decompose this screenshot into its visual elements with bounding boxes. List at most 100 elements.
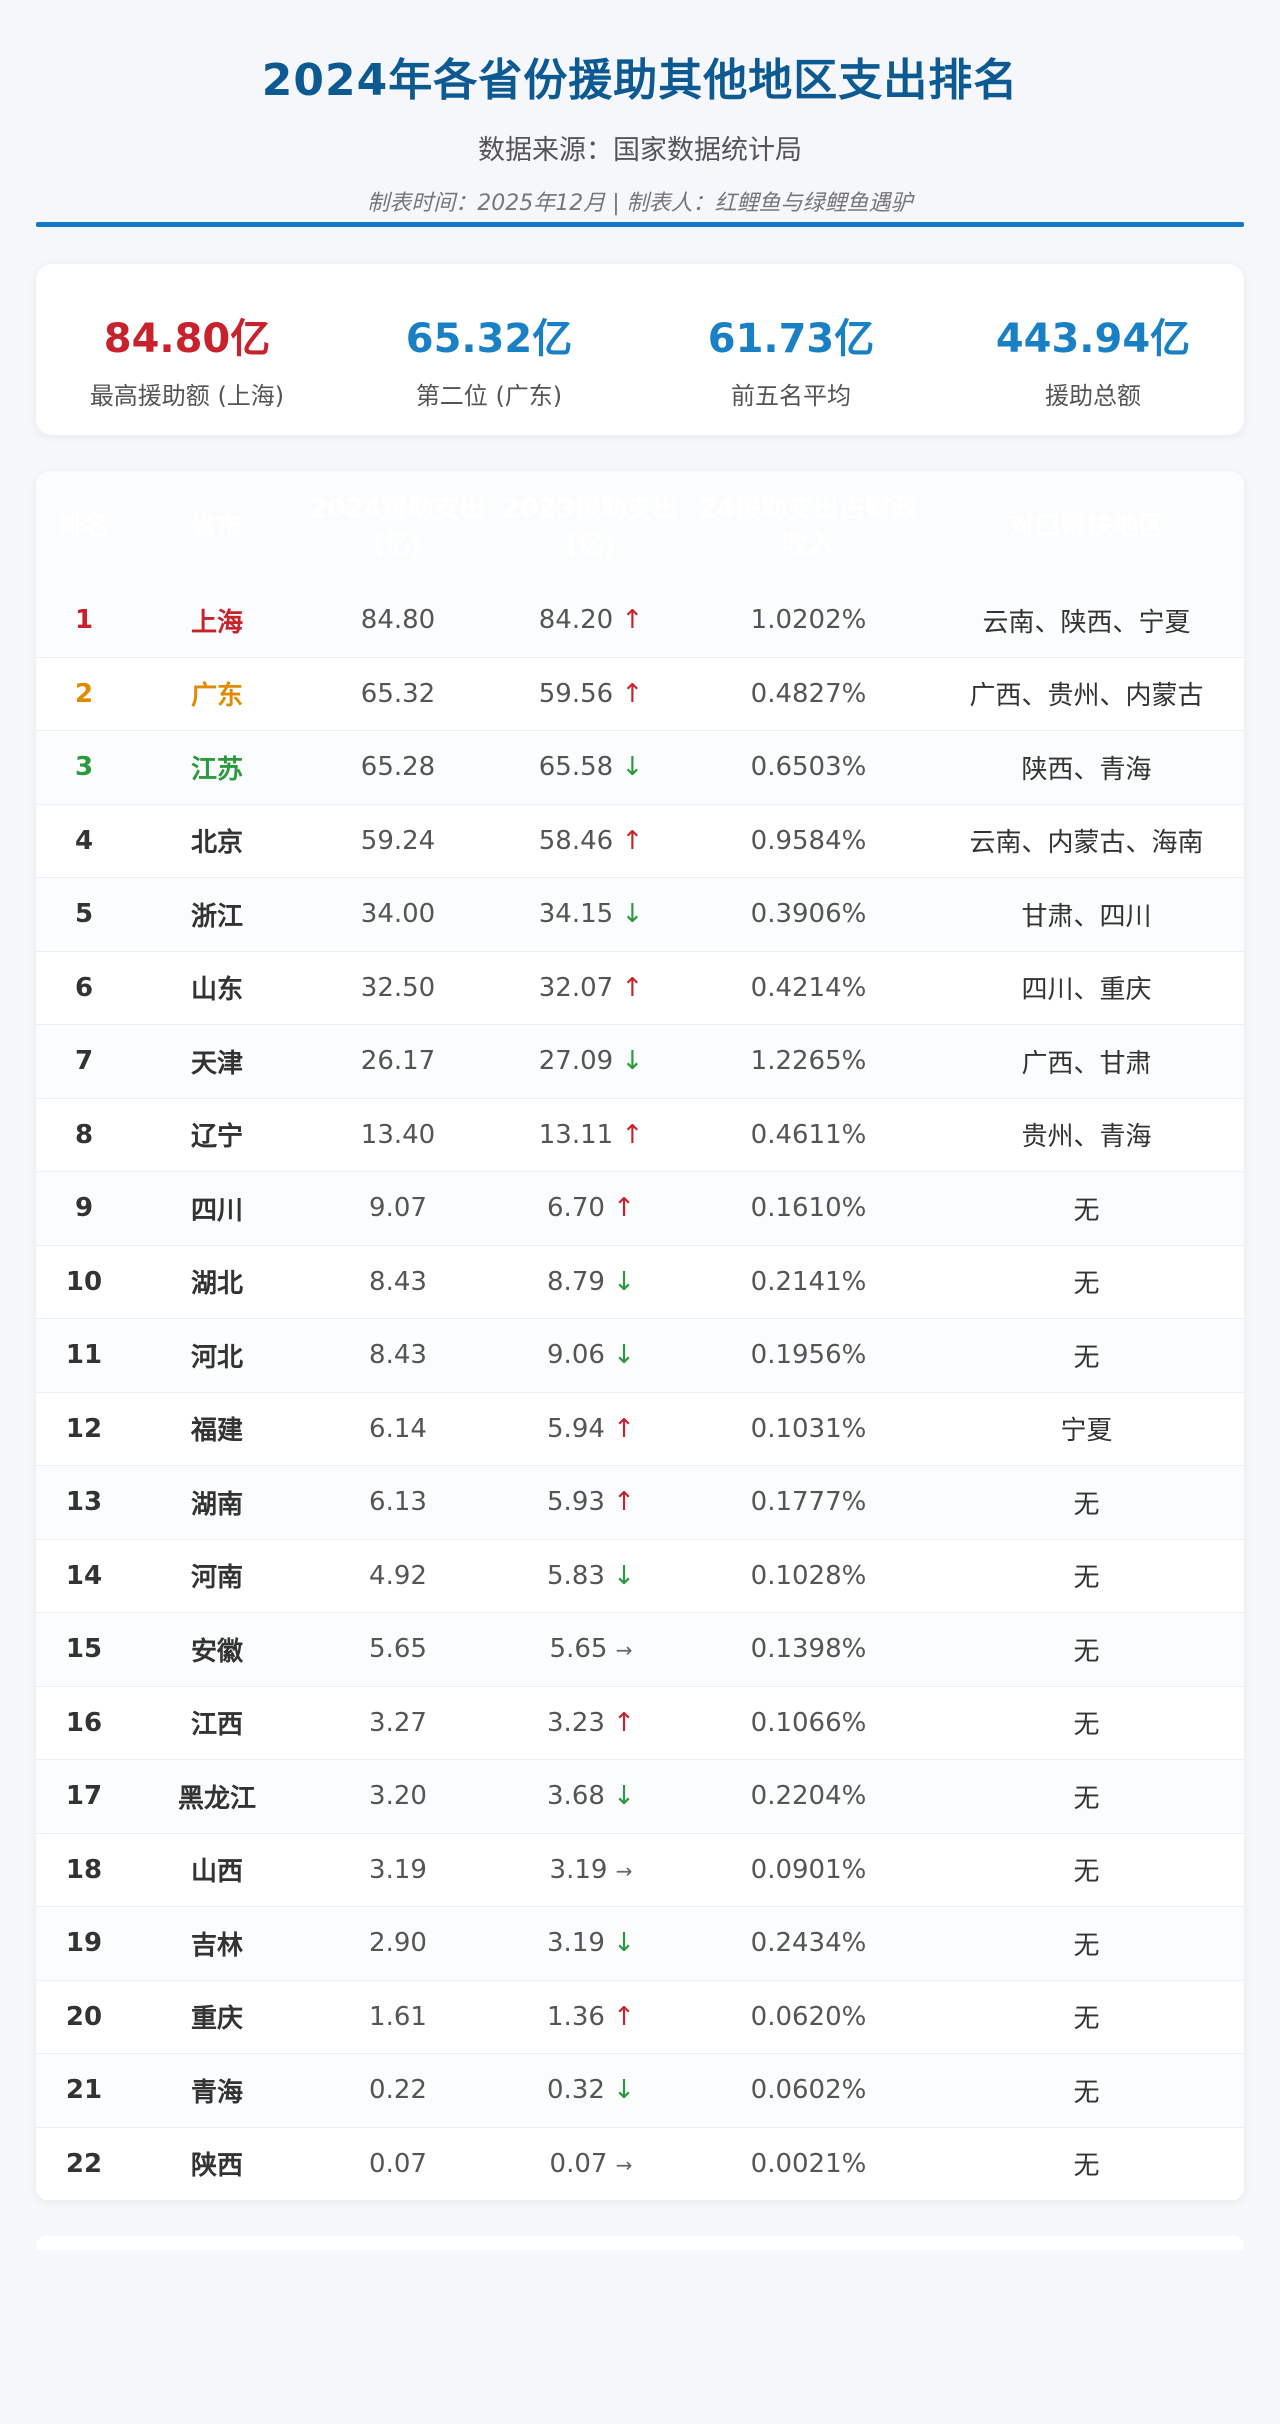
partner-cell: 无 <box>1073 1269 1100 1300</box>
value-2023-cell: 58.46 ↑ <box>494 826 688 856</box>
value-2023-cell: 65.58 ↓ <box>494 752 688 782</box>
value-2023-cell: 5.93 ↑ <box>494 1487 688 1517</box>
value-2024-cell: 59.24 <box>360 825 436 856</box>
value-2024-cell: 84.80 <box>360 605 436 636</box>
footer-card <box>36 2236 1244 2250</box>
value-2023: 58.46 <box>538 825 614 856</box>
value-2023: 59.56 <box>538 678 614 709</box>
arrow-down-icon: ↓ <box>621 752 644 783</box>
province-cell: 辽宁 <box>190 1122 243 1153</box>
ratio-cell: 0.6503% <box>750 752 867 783</box>
arrow-up-icon: ↑ <box>613 1413 635 1444</box>
stat-label: 援助总额 <box>1045 382 1141 410</box>
province-cell: 江西 <box>190 1710 243 1741</box>
value-2024-cell: 3.20 <box>369 1781 427 1812</box>
ratio-cell: 0.1777% <box>750 1487 867 1518</box>
rank-cell: 12 <box>65 1413 103 1444</box>
data-source: 数据来源：国家数据统计局 <box>478 135 802 166</box>
table-row: 18 山西 3.19 3.19 → 0.0901% 无 <box>36 1834 1244 1907</box>
column-header-2023: 2023援助支出(亿) <box>494 471 688 584</box>
value-2024-cell: 9.07 <box>369 1193 427 1224</box>
value-2024-cell: 6.13 <box>369 1487 427 1518</box>
ratio-cell: 0.4827% <box>750 678 867 709</box>
partner-cell: 云南、内蒙古、海南 <box>969 828 1204 859</box>
value-2023-cell: 9.06 ↓ <box>494 1340 688 1370</box>
page-title: 2024年各省份援助其他地区支出排名 <box>261 55 1019 106</box>
arrow-right-icon: → <box>615 1638 633 1663</box>
arrow-up-icon: ↑ <box>621 605 644 636</box>
province-cell: 青海 <box>190 2077 243 2108</box>
province-cell: 上海 <box>190 607 243 638</box>
province-cell: 河南 <box>190 1563 243 1594</box>
ratio-cell: 0.9584% <box>750 825 867 856</box>
rank-cell: 13 <box>65 1487 103 1518</box>
value-2024-cell: 65.32 <box>360 678 436 709</box>
column-header-ratio: 24援助支出占财政收入 <box>688 471 929 584</box>
table-row: 10 湖北 8.43 8.79 ↓ 0.2141% 无 <box>36 1246 1244 1319</box>
province-cell: 陕西 <box>190 2151 243 2182</box>
ratio-cell: 1.2265% <box>750 1046 867 1077</box>
ratio-cell: 0.1398% <box>750 1634 867 1665</box>
arrow-down-icon: ↓ <box>613 1928 635 1959</box>
partner-cell: 无 <box>1073 2004 1100 2035</box>
partner-cell: 贵州、青海 <box>1021 1122 1152 1153</box>
column-header-rank: 排名 <box>36 471 132 584</box>
value-2024-cell: 34.00 <box>360 899 436 930</box>
value-2024-cell: 5.65 <box>369 1634 427 1665</box>
table-row: 5 浙江 34.00 34.15 ↓ 0.3906% 甘肃、四川 <box>36 878 1244 952</box>
rank-cell: 8 <box>74 1119 94 1150</box>
value-2023-cell: 0.07 → <box>494 2149 688 2179</box>
value-2024-cell: 1.61 <box>369 2001 427 2032</box>
province-cell: 安徽 <box>190 1636 243 1667</box>
ratio-cell: 0.1028% <box>750 1560 867 1591</box>
ratio-cell: 1.0202% <box>750 605 867 636</box>
value-2023: 0.32 <box>547 2075 605 2106</box>
partner-cell: 陕西、青海 <box>1021 754 1152 785</box>
value-2024-cell: 3.19 <box>369 1854 427 1885</box>
column-header-2024: 2024援助支出(亿) <box>302 471 494 584</box>
value-2023-cell: 5.65 → <box>494 1634 688 1664</box>
value-2023: 1.36 <box>547 2001 605 2032</box>
partner-cell: 无 <box>1073 1930 1100 1961</box>
value-2023: 5.65 <box>549 1634 608 1665</box>
table-row: 3 江苏 65.28 65.58 ↓ 0.6503% 陕西、青海 <box>36 731 1244 805</box>
rank-cell: 7 <box>74 1046 94 1077</box>
partner-cell: 无 <box>1073 1636 1100 1667</box>
value-2023: 5.93 <box>547 1487 605 1518</box>
partner-cell: 无 <box>1073 1710 1100 1741</box>
rank-cell: 22 <box>65 2148 103 2179</box>
table-row: 2 广东 65.32 59.56 ↑ 0.4827% 广西、贵州、内蒙古 <box>36 658 1244 731</box>
partner-cell: 无 <box>1073 2077 1100 2108</box>
value-2023: 3.23 <box>547 1707 605 1738</box>
province-cell: 浙江 <box>190 901 243 932</box>
partner-cell: 四川、重庆 <box>1021 975 1152 1006</box>
arrow-down-icon: ↓ <box>613 1340 635 1371</box>
value-2024-cell: 0.22 <box>369 2075 427 2106</box>
report-header: 2024年各省份援助其他地区支出排名 数据来源：国家数据统计局 制表时间：202… <box>0 0 1280 217</box>
arrow-right-icon: → <box>615 1858 633 1883</box>
partner-cell: 宁夏 <box>1060 1416 1113 1447</box>
ratio-cell: 0.0901% <box>750 1854 867 1885</box>
ratio-cell: 0.4611% <box>750 1119 867 1150</box>
header-divider <box>36 222 1244 227</box>
value-2023-cell: 32.07 ↑ <box>494 973 688 1003</box>
value-2023: 8.79 <box>547 1266 605 1297</box>
rank-cell: 17 <box>65 1781 103 1812</box>
partner-cell: 无 <box>1073 1857 1100 1888</box>
arrow-right-icon: → <box>615 2152 633 2177</box>
partner-cell: 甘肃、四川 <box>1021 901 1152 932</box>
value-2024-cell: 6.14 <box>369 1413 427 1444</box>
column-header-partner: 对口帮扶地区 <box>1008 511 1165 542</box>
value-2023-cell: 6.70 ↑ <box>494 1193 688 1223</box>
value-2023: 3.19 <box>549 1854 608 1885</box>
arrow-up-icon: ↑ <box>621 825 644 856</box>
column-header-province: 省市 <box>132 471 302 584</box>
table-row: 1 上海 84.80 84.20 ↑ 1.0202% 云南、陕西、宁夏 <box>36 584 1244 658</box>
table-row: 19 吉林 2.90 3.19 ↓ 0.2434% 无 <box>36 1907 1244 1981</box>
value-2024-cell: 26.17 <box>360 1046 436 1077</box>
value-2023: 65.58 <box>538 752 614 783</box>
ratio-cell: 0.0620% <box>750 2001 867 2032</box>
stat-label: 第二位 (广东) <box>415 382 563 410</box>
rank-cell: 4 <box>74 825 94 856</box>
value-2023: 3.19 <box>547 1928 605 1959</box>
